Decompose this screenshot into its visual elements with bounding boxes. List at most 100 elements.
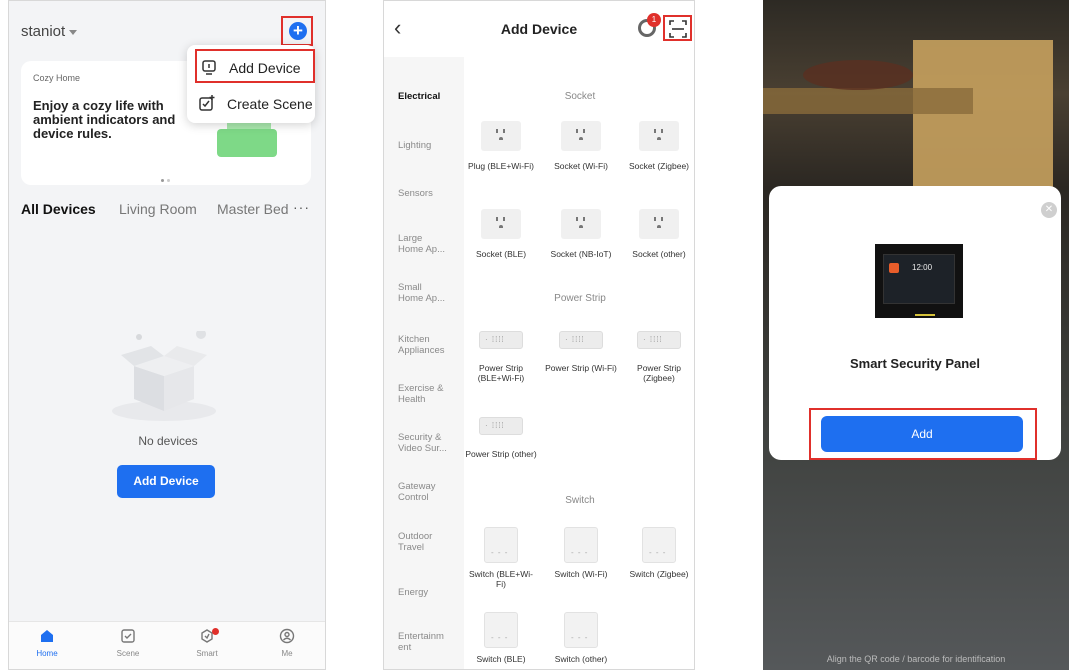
empty-state: No devices Add Device <box>9 221 325 621</box>
create-scene-label: Create Scene <box>227 96 313 112</box>
device-label: Switch (Zigbee) <box>629 569 689 579</box>
create-scene-icon <box>199 95 215 111</box>
device-label: Socket (BLE) <box>475 249 527 259</box>
category-list: Electrical Lighting Sensors Large Home A… <box>384 57 464 669</box>
home-selector[interactable]: staniot <box>21 23 78 40</box>
device-tile[interactable]: Switch (other) <box>545 612 617 664</box>
tab-living-room[interactable]: Living Room <box>119 201 197 217</box>
switch-icon <box>484 612 518 648</box>
switch-icon <box>564 612 598 648</box>
device-label: Switch (Wi-Fi) <box>554 569 608 579</box>
nav-smart[interactable]: Smart <box>177 628 237 658</box>
profile-icon <box>279 628 295 644</box>
category-item[interactable]: Outdoor Travel <box>398 531 448 553</box>
category-item[interactable]: Energy <box>398 587 462 598</box>
add-button[interactable]: Add <box>821 416 1023 452</box>
device-label: Switch (BLE) <box>476 654 526 664</box>
room-tabs: All Devices Living Room Master Bed ··· <box>21 199 321 221</box>
device-tile[interactable]: Switch (BLE+Wi-Fi) <box>465 527 537 589</box>
device-tile[interactable]: Socket (NB-IoT) <box>545 209 617 259</box>
device-label: Power Strip (BLE+Wi-Fi) <box>477 363 525 383</box>
category-item[interactable]: Security & Video Sur... <box>398 432 450 454</box>
camera-scene-object <box>803 60 913 90</box>
device-label: Switch (BLE+Wi-Fi) <box>469 569 533 589</box>
home-screen: staniot + Add Device Create Scene Cozy H… <box>8 0 326 670</box>
notification-badge: 1 <box>647 13 661 27</box>
device-label: Socket (NB-IoT) <box>550 249 612 259</box>
home-name-label: staniot <box>21 23 66 40</box>
device-tile[interactable]: Socket (Wi-Fi) <box>545 121 617 171</box>
socket-icon <box>561 209 601 239</box>
no-devices-text: No devices <box>138 434 198 448</box>
carousel-dots <box>161 169 173 187</box>
nav-home-label: Home <box>36 649 58 658</box>
category-item[interactable]: Small Home Ap... <box>398 282 448 304</box>
nav-smart-label: Smart <box>196 649 218 658</box>
section-title-switch: Switch <box>565 495 595 506</box>
bottom-nav: Home Scene Smart Me <box>9 621 325 669</box>
power-strip-icon <box>637 331 681 349</box>
category-item[interactable]: Entertainm ent <box>398 631 450 653</box>
add-device-screen: ‹ Add Device 1 Electrical Lighting Senso… <box>383 0 695 670</box>
banner-tag: Cozy Home <box>33 73 81 83</box>
category-item[interactable]: Sensors <box>398 188 462 199</box>
socket-icon <box>561 121 601 151</box>
banner-text: Enjoy a cozy life with ambient indicator… <box>33 98 176 141</box>
device-label: Switch (other) <box>554 654 608 664</box>
device-label: Socket (other) <box>632 249 686 259</box>
more-icon[interactable]: ··· <box>293 199 310 215</box>
category-item[interactable]: Kitchen Appliances <box>398 334 454 356</box>
category-item[interactable]: Large Home Ap... <box>398 233 448 255</box>
category-item[interactable]: Gateway Control <box>398 481 448 503</box>
section-title-socket: Socket <box>564 91 596 102</box>
device-tile[interactable]: Switch (BLE) <box>465 612 537 664</box>
device-tile[interactable]: Power Strip (BLE+Wi-Fi) <box>465 325 537 383</box>
device-tile[interactable]: Socket (BLE) <box>465 209 537 259</box>
device-tile[interactable]: Switch (Wi-Fi) <box>545 527 617 579</box>
panel-screen: 12:00 <box>883 254 955 304</box>
nav-me[interactable]: Me <box>257 628 317 658</box>
add-button-highlighted[interactable]: + <box>281 16 313 46</box>
device-found-dialog: ✕ 12:00 Smart Security Panel Add <box>769 186 1061 460</box>
device-tile[interactable]: Power Strip (Wi-Fi) <box>545 325 617 373</box>
caret-down-icon <box>69 29 78 35</box>
add-device-label: Add Device <box>229 60 301 76</box>
banner-illustration-base <box>217 129 277 157</box>
add-device-button[interactable]: Add Device <box>117 465 215 498</box>
tab-master-bed[interactable]: Master Bed <box>217 201 289 217</box>
nav-home[interactable]: Home <box>17 628 77 658</box>
scan-qr-button-highlighted[interactable] <box>663 15 692 41</box>
category-item[interactable]: Exercise & Health <box>398 383 450 405</box>
camera-scene-shelf <box>913 40 1053 210</box>
device-tile[interactable]: Switch (Zigbee) <box>623 527 694 579</box>
device-tile[interactable]: Plug (BLE+Wi-Fi) <box>465 121 537 171</box>
device-label: Socket (Zigbee) <box>629 161 689 171</box>
close-icon[interactable]: ✕ <box>1041 202 1057 218</box>
socket-icon <box>639 209 679 239</box>
menu-item-add-device[interactable]: Add Device <box>195 49 315 83</box>
device-name: Smart Security Panel <box>849 356 981 371</box>
device-image: 12:00 <box>875 244 963 318</box>
add-button-highlight: Add <box>809 408 1037 460</box>
scan-hint: Align the QR code / barcode for identifi… <box>826 654 1006 664</box>
device-label: Plug (BLE+Wi-Fi) <box>468 161 534 171</box>
smart-badge <box>212 628 219 635</box>
add-device-header: ‹ Add Device 1 <box>384 1 694 57</box>
device-tile[interactable]: Power Strip (Zigbee) <box>623 325 694 383</box>
device-label: Socket (Wi-Fi) <box>554 161 608 171</box>
device-tile[interactable]: Socket (Zigbee) <box>623 121 694 171</box>
menu-item-create-scene[interactable]: Create Scene <box>187 87 315 121</box>
plus-icon: + <box>289 22 307 40</box>
empty-box-icon <box>112 331 216 421</box>
device-tile[interactable]: Socket (other) <box>623 209 694 259</box>
power-strip-icon <box>479 331 523 349</box>
device-label: Power Strip (Zigbee) <box>637 363 681 383</box>
power-strip-icon <box>479 417 523 435</box>
shield-icon <box>889 263 899 273</box>
camera-scene-board <box>763 88 973 114</box>
category-item[interactable]: Electrical <box>398 91 462 102</box>
device-tile[interactable]: Power Strip (other) <box>465 411 537 459</box>
tab-all-devices[interactable]: All Devices <box>21 201 96 217</box>
nav-scene[interactable]: Scene <box>98 628 158 658</box>
category-item[interactable]: Lighting <box>398 140 462 151</box>
